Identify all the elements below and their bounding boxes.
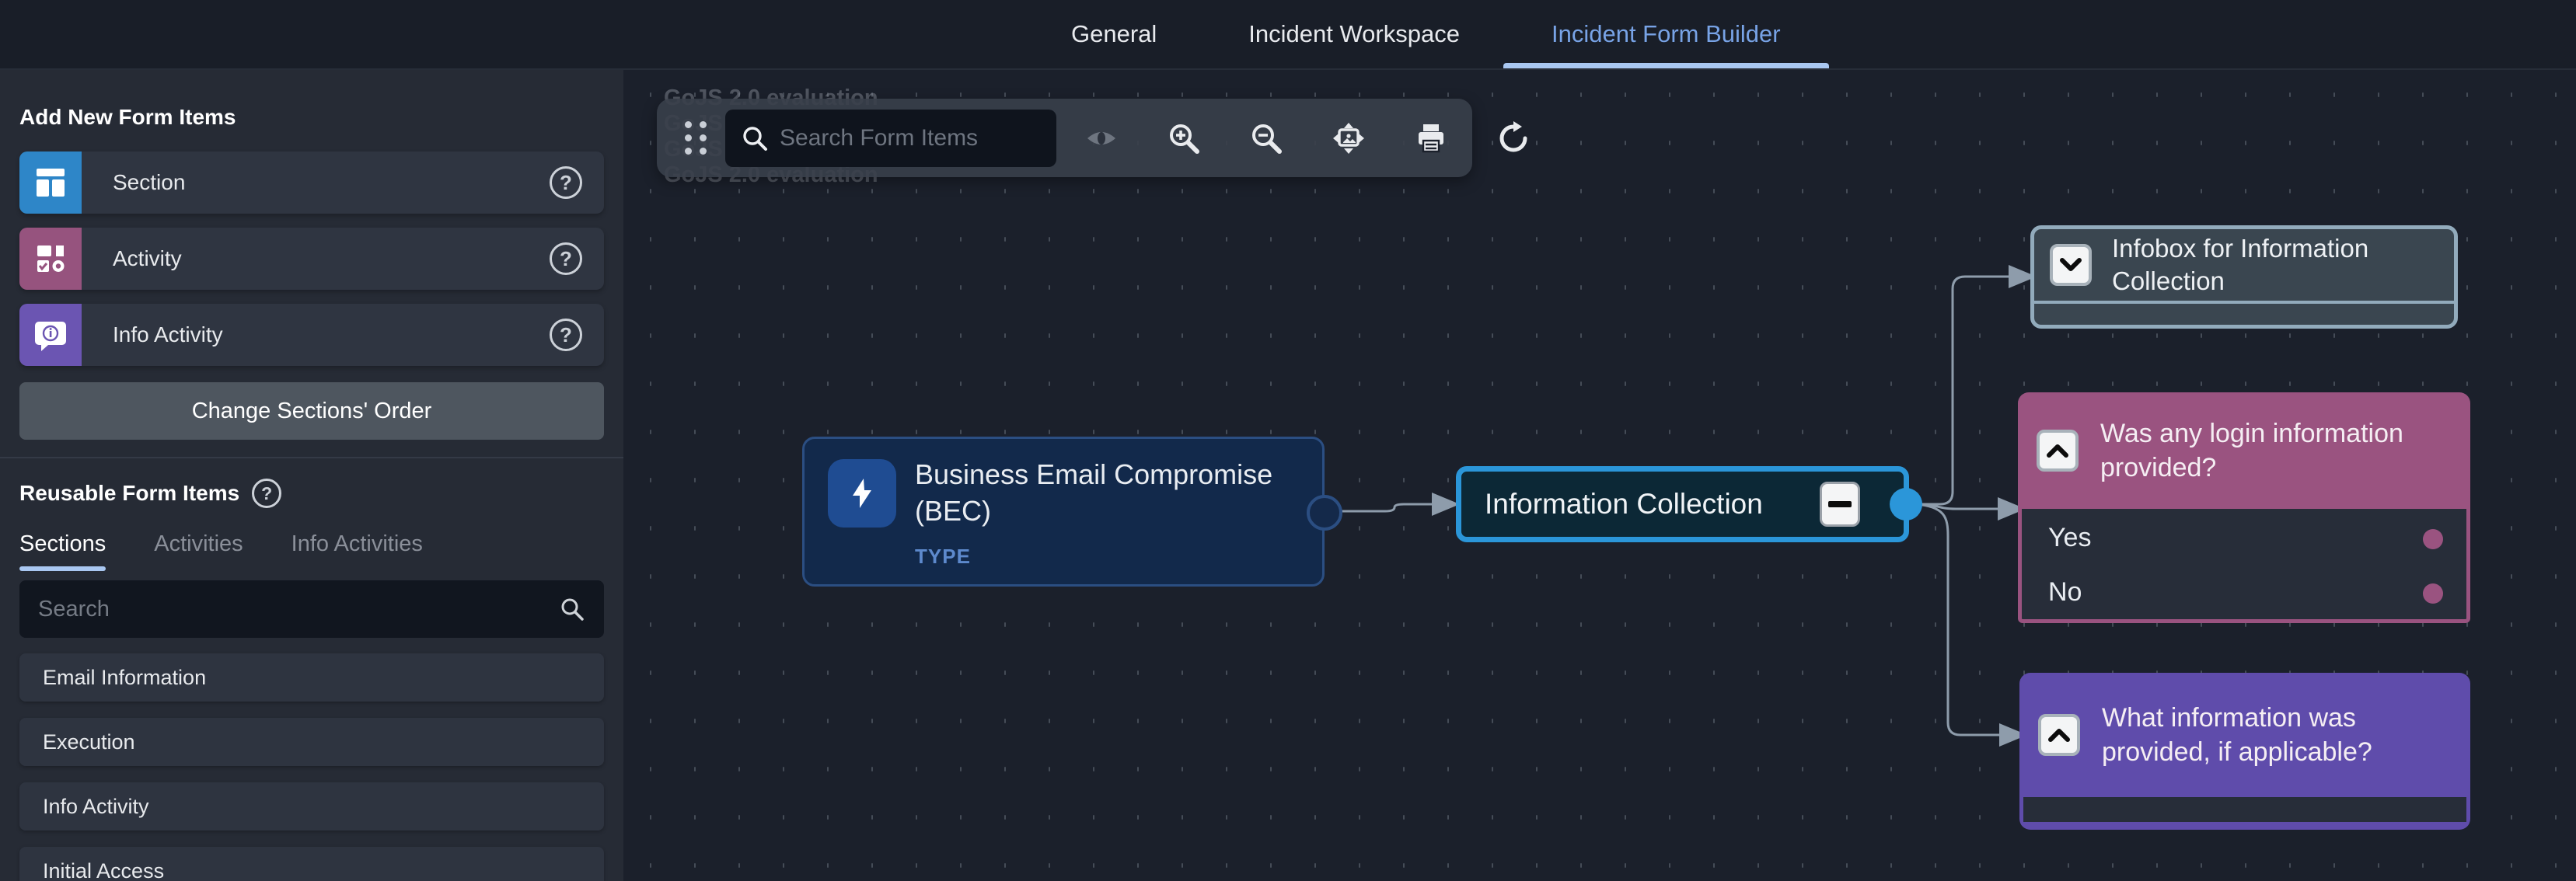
collapse-chevron-up-button[interactable] — [2038, 714, 2080, 756]
link-section-to-question-info — [1916, 504, 2004, 735]
palette-item-activity[interactable]: Activity ? — [19, 228, 604, 290]
top-tab-bar: General Incident Workspace Incident Form… — [0, 0, 2576, 70]
info-activity-help-icon[interactable]: ? — [550, 319, 582, 351]
link-bec-to-section — [1342, 504, 1436, 511]
node-section-information-collection[interactable]: Information Collection — [1456, 466, 1909, 542]
info-bubble-icon — [19, 304, 82, 366]
palette-item-section[interactable]: Section ? — [19, 151, 604, 214]
tab-sections[interactable]: Sections — [19, 531, 106, 571]
expand-chevron-down-button[interactable] — [2050, 244, 2092, 286]
type-badge: TYPE — [915, 545, 971, 569]
palette-item-label: Section — [82, 170, 185, 195]
list-item-execution[interactable]: Execution — [19, 718, 604, 766]
sidebar-search-box — [19, 580, 604, 638]
toolbar-search-input[interactable] — [780, 125, 1041, 151]
link-section-to-question-login — [1916, 504, 2002, 509]
sidebar-divider — [0, 457, 623, 458]
print-icon[interactable] — [1409, 117, 1453, 160]
lightning-bolt-icon — [828, 459, 896, 528]
list-item-email-information[interactable]: Email Information — [19, 653, 604, 702]
zoom-to-fit-icon[interactable] — [1327, 117, 1370, 160]
node-title: Was any login information provided? — [2100, 416, 2442, 485]
option-yes-port[interactable] — [2423, 529, 2443, 549]
activity-help-icon[interactable]: ? — [550, 242, 582, 275]
search-icon — [559, 596, 585, 622]
node-title: Infobox for Information Collection — [2112, 232, 2438, 298]
palette-item-label: Info Activity — [82, 322, 223, 347]
sidebar-search-input[interactable] — [38, 597, 559, 622]
node-title: What information was provided, if applic… — [2102, 701, 2444, 769]
tab-info-activities[interactable]: Info Activities — [291, 531, 423, 571]
tab-incident-form-builder[interactable]: Incident Form Builder — [1552, 0, 1781, 68]
list-item-initial-access[interactable]: Initial Access — [19, 847, 604, 881]
collapsed-body — [2023, 797, 2466, 822]
node-title: Business Email Compromise (BEC) — [915, 456, 1288, 529]
palette: Section ? Activity — [19, 151, 604, 366]
activity-checklist-icon — [19, 228, 82, 290]
visibility-eye-icon[interactable] — [1080, 117, 1123, 160]
change-sections-order-button[interactable]: Change Sections' Order — [19, 382, 604, 440]
reusable-help-icon[interactable]: ? — [252, 479, 281, 508]
reusable-tabs: Sections Activities Info Activities — [19, 531, 604, 571]
reusable-form-items-label: Reusable Form Items — [19, 481, 239, 506]
node-title: Information Collection — [1461, 488, 1763, 521]
tab-general[interactable]: General — [1071, 0, 1157, 68]
toolbar-search-box — [725, 110, 1056, 167]
incident-form-builder-app: General Incident Workspace Incident Form… — [0, 0, 2576, 881]
option-yes[interactable]: Yes — [2048, 523, 2091, 553]
form-items-sidebar: Add New Form Items Section ? — [0, 70, 623, 881]
search-icon — [741, 124, 769, 152]
canvas-toolbar — [657, 99, 1472, 177]
drag-handle-icon[interactable] — [680, 117, 711, 160]
list-item-info-activity[interactable]: Info Activity — [19, 782, 604, 831]
node-question-login-information[interactable]: Was any login information provided? Yes … — [2018, 392, 2470, 623]
node-infobox-information-collection[interactable]: Infobox for Information Collection — [2030, 225, 2458, 329]
collapse-minus-button[interactable] — [1820, 482, 1860, 527]
node-incident-type-bec[interactable]: Business Email Compromise (BEC) TYPE — [802, 437, 1325, 587]
zoom-out-icon[interactable] — [1244, 117, 1288, 160]
zoom-in-icon[interactable] — [1162, 117, 1206, 160]
node-question-information-provided[interactable]: What information was provided, if applic… — [2019, 673, 2470, 830]
refresh-icon[interactable] — [1492, 117, 1535, 160]
reusable-sections-list: Email Information Execution Info Activit… — [19, 653, 604, 881]
section-help-icon[interactable]: ? — [550, 166, 582, 199]
palette-item-info-activity[interactable]: Info Activity ? — [19, 304, 604, 366]
infobox-footer — [2034, 304, 2454, 322]
output-port[interactable] — [1890, 488, 1922, 521]
tab-activities[interactable]: Activities — [154, 531, 243, 571]
add-new-form-items-label: Add New Form Items — [19, 105, 236, 130]
reusable-form-items-title: Reusable Form Items ? — [19, 479, 604, 508]
option-no[interactable]: No — [2048, 577, 2082, 608]
section-layout-icon — [19, 151, 82, 214]
palette-item-label: Activity — [82, 246, 182, 271]
link-section-to-infobox — [1916, 277, 2013, 504]
toolbar-buttons — [1080, 117, 1535, 160]
header-tabs: General Incident Workspace Incident Form… — [1071, 0, 1781, 68]
form-builder-canvas[interactable]: GoJS 2.0 evaluation GoJS 2.0 evaluation … — [623, 70, 2576, 881]
output-port[interactable] — [1307, 495, 1342, 531]
question-options: Yes No — [2018, 509, 2470, 623]
collapse-chevron-up-button[interactable] — [2037, 430, 2079, 472]
option-no-port[interactable] — [2423, 583, 2443, 604]
tab-incident-workspace[interactable]: Incident Workspace — [1248, 0, 1460, 68]
add-new-form-items-title: Add New Form Items — [19, 105, 604, 130]
